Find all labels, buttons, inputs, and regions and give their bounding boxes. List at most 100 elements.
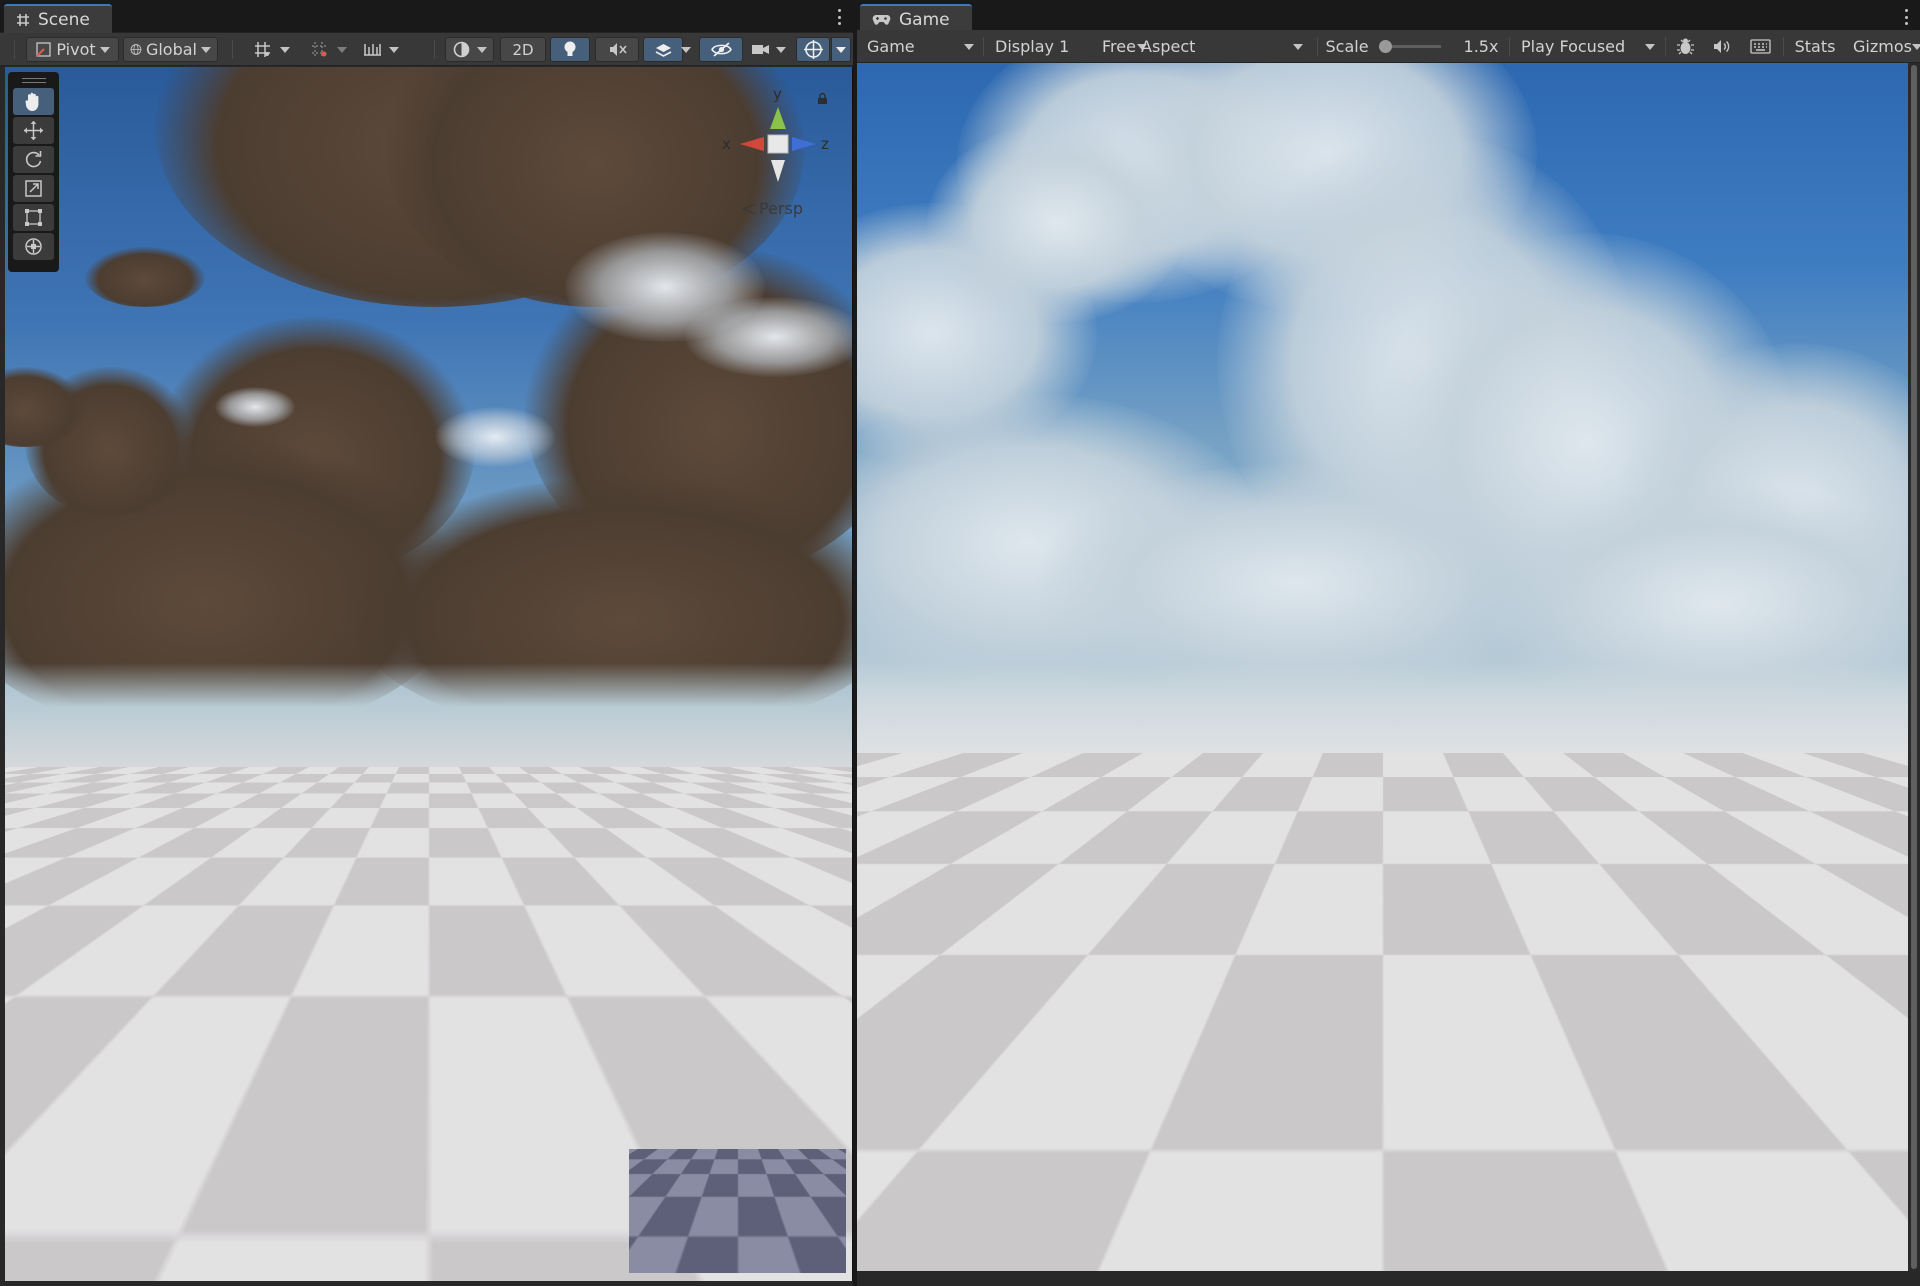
grid-snap-button[interactable] — [245, 37, 297, 62]
tab-scene[interactable]: Scene — [4, 4, 112, 33]
rotate-icon — [23, 149, 44, 170]
projection-toggle[interactable]: Persp — [742, 199, 803, 218]
scene-horizon-haze — [5, 663, 852, 773]
hand-tool[interactable] — [13, 88, 54, 115]
tool-palette — [8, 72, 59, 272]
transform-icon — [23, 236, 44, 257]
scene-visibility-toggle[interactable] — [699, 37, 743, 62]
rotate-tool[interactable] — [13, 146, 54, 173]
camera-icon — [751, 42, 770, 57]
gizmos-icon — [803, 39, 824, 60]
chevron-down-icon — [1912, 44, 1920, 50]
scale-slider-knob[interactable] — [1379, 40, 1392, 53]
shortcuts-toggle[interactable] — [1743, 34, 1777, 59]
game-sky — [857, 63, 1908, 743]
scale-label: Scale — [1322, 34, 1372, 59]
chevron-down-icon — [964, 44, 974, 50]
scale-slider[interactable] — [1381, 45, 1441, 48]
camera-preview-title: Camera Preview — [657, 1002, 787, 1021]
tab-game-label: Game — [899, 10, 950, 30]
ruler-icon — [362, 41, 383, 58]
pivot-dropdown[interactable]: Pivot — [26, 37, 119, 62]
keyboard-icon — [1750, 39, 1771, 54]
scene-camera-dropdown[interactable] — [747, 37, 790, 62]
camera-preview-overlay[interactable]: Camera Preview — [622, 999, 853, 1277]
scale-tool[interactable] — [13, 175, 54, 202]
gizmo-z-cone[interactable] — [792, 137, 816, 151]
gizmo-y-cone[interactable] — [770, 107, 786, 129]
grid-visibility-button[interactable] — [303, 37, 353, 62]
grid-icon — [310, 40, 329, 59]
move-tool[interactable] — [13, 117, 54, 144]
gizmos-dropdown-arrow[interactable] — [831, 37, 851, 62]
gizmo-z-label: z — [821, 135, 829, 153]
game-panel: Game Game Display 1 Free Aspect Scale 1.… — [857, 0, 1920, 1286]
chevron-down-icon — [100, 47, 110, 53]
scale-value-text: 1.5x — [1464, 37, 1499, 56]
pivot-icon — [35, 41, 52, 58]
scene-panel-menu-icon[interactable] — [837, 9, 841, 25]
stats-toggle[interactable]: Stats — [1787, 34, 1843, 59]
game-horizon-haze — [857, 663, 1908, 773]
game-tabstrip: Game — [857, 0, 1920, 33]
gizmo-neg-y-cone[interactable] — [771, 160, 785, 182]
display-value: Display 1 — [995, 37, 1069, 56]
scene-panel: Scene Pivot Global 2D y x z Persp Camera… — [0, 0, 853, 1286]
game-vertical-scrollbar[interactable] — [1908, 63, 1920, 1271]
scene-toolbar: Pivot Global 2D — [0, 33, 853, 66]
gizmo-x-cone[interactable] — [740, 137, 764, 151]
scene-grid-icon — [16, 13, 30, 27]
scene-tabstrip: Scene — [0, 0, 853, 33]
draw-mode-dropdown[interactable] — [445, 37, 494, 62]
global-dropdown[interactable]: Global — [123, 37, 218, 62]
grid-snap-icon — [253, 40, 272, 59]
rect-transform-icon — [24, 208, 43, 227]
game-panel-menu-icon[interactable] — [1904, 9, 1908, 25]
scene-audio-toggle[interactable] — [595, 37, 639, 62]
game-toolbar: Game Display 1 Free Aspect Scale 1.5x Pl… — [857, 30, 1920, 63]
scale-icon — [24, 179, 43, 198]
play-mode-select[interactable]: Play Focused — [1515, 34, 1661, 59]
increment-snap-button[interactable] — [358, 37, 403, 62]
projection-label: Persp — [759, 199, 803, 218]
light-bulb-icon — [562, 40, 578, 59]
hidden-eye-icon — [710, 41, 733, 58]
effects-dropdown-arrow[interactable] — [676, 37, 696, 62]
chevron-down-icon — [681, 47, 691, 53]
game-viewport[interactable] — [857, 63, 1908, 1271]
gamepad-icon — [872, 13, 891, 26]
gizmo-center-cube[interactable] — [768, 135, 788, 153]
stats-label: Stats — [1795, 37, 1836, 56]
aspect-select[interactable]: Free Aspect — [1098, 34, 1309, 59]
scene-lighting-toggle[interactable] — [550, 37, 590, 62]
pivot-label: Pivot — [56, 40, 95, 59]
scale-label-text: Scale — [1325, 37, 1368, 56]
drag-handle-icon[interactable] — [629, 1007, 649, 1016]
mute-audio-toggle[interactable] — [1704, 34, 1738, 59]
chevron-down-icon — [389, 47, 399, 53]
lock-icon[interactable] — [817, 92, 828, 105]
transform-tool[interactable] — [13, 233, 54, 260]
game-view-select[interactable]: Game — [861, 34, 980, 59]
toggle-2d-button[interactable]: 2D — [500, 37, 546, 62]
rect-tool[interactable] — [13, 204, 54, 231]
chevron-down-icon — [337, 47, 347, 53]
toggle-2d-label: 2D — [512, 41, 533, 59]
frame-debugger-toggle[interactable] — [1668, 34, 1702, 59]
tool-palette-grip[interactable] — [13, 76, 54, 84]
scale-value: 1.5x — [1450, 34, 1512, 59]
play-mode-value: Play Focused — [1521, 37, 1625, 56]
tab-game[interactable]: Game — [860, 4, 972, 33]
game-view-value: Game — [867, 37, 915, 56]
scene-gizmos-toggle[interactable] — [796, 37, 830, 62]
audio-mute-icon — [608, 41, 627, 58]
game-gizmos-dropdown[interactable]: Gizmos — [1847, 34, 1919, 59]
chevron-down-icon — [201, 47, 211, 53]
globe-icon — [130, 41, 142, 58]
hand-icon — [24, 91, 43, 112]
gizmo-y-label: y — [773, 87, 782, 103]
game-horizontal-scrollbar[interactable] — [861, 1256, 1892, 1264]
game-ground-plane — [857, 753, 1908, 1271]
camera-preview-header[interactable]: Camera Preview — [623, 1000, 852, 1022]
speaker-icon — [1712, 38, 1731, 55]
